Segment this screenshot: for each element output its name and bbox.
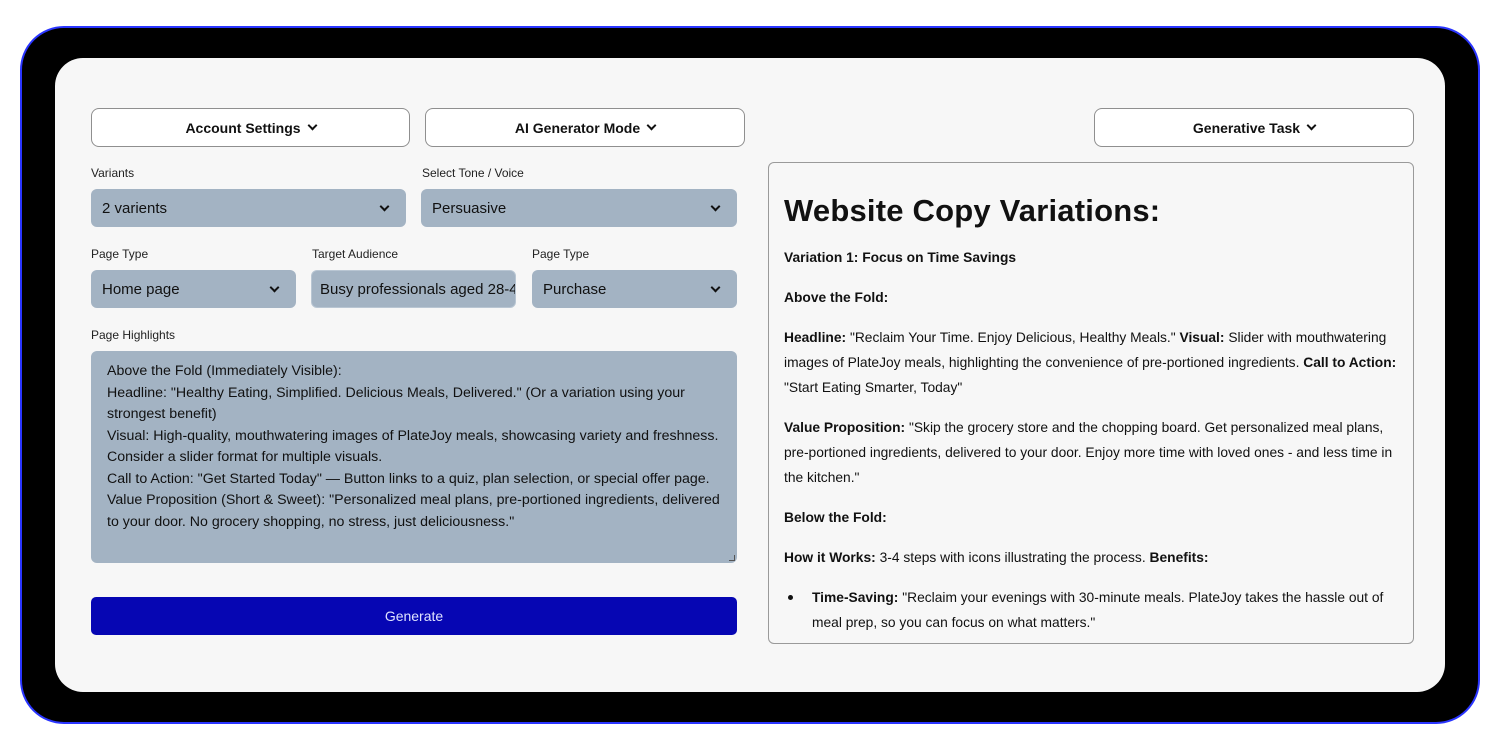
generate-button[interactable]: Generate: [91, 597, 737, 635]
above-fold-heading: Above the Fold:: [784, 290, 889, 305]
highlights-line: Visual: High-quality, mouthwatering imag…: [107, 427, 723, 466]
benefits-list: Time-Saving: "Reclaim your evenings with…: [784, 585, 1398, 635]
account-settings-label: Account Settings: [185, 119, 301, 136]
output-title: Website Copy Variations:: [784, 193, 1161, 228]
highlights-line: Headline: "Healthy Eating, Simplified. D…: [107, 384, 689, 423]
app-screen: Account Settings AI Generator Mode Gener…: [55, 58, 1445, 692]
chevron-down-icon: [1306, 120, 1317, 131]
output-panel: Website Copy Variations: Variation 1: Fo…: [768, 162, 1414, 644]
tone-label: Select Tone / Voice: [422, 166, 524, 180]
target-audience-label: Target Audience: [312, 247, 399, 261]
page-highlights-label: Page Highlights: [91, 328, 176, 342]
variation-heading: Variation 1: Focus on Time Savings: [784, 250, 1017, 265]
chevron-down-icon: [307, 120, 318, 131]
generative-task-dropdown[interactable]: Generative Task: [1094, 108, 1414, 147]
highlights-line: Above the Fold (Immediately Visible):: [107, 363, 342, 379]
resize-handle-icon[interactable]: [729, 555, 735, 561]
generative-task-label: Generative Task: [1192, 119, 1301, 136]
highlights-line: Call to Action: "Get Started Today" — Bu…: [107, 470, 710, 487]
value-proposition-paragraph: Value Proposition: "Skip the grocery sto…: [784, 420, 1393, 485]
page-type-select[interactable]: Home page: [91, 270, 296, 308]
target-audience-input[interactable]: Busy professionals aged 28-45: [311, 270, 516, 308]
chevron-down-icon: [269, 282, 280, 293]
page-type-value: Home page: [102, 280, 180, 298]
tone-select[interactable]: Persuasive: [421, 189, 737, 227]
headline-paragraph: Headline: "Reclaim Your Time. Enjoy Deli…: [784, 330, 1397, 395]
chevron-down-icon: [710, 201, 721, 212]
page-type-2-select[interactable]: Purchase: [532, 270, 737, 308]
ai-generator-mode-label: AI Generator Mode: [514, 119, 641, 136]
variants-select[interactable]: 2 varients: [91, 189, 406, 227]
how-it-works-paragraph: How it Works: 3-4 steps with icons illus…: [784, 550, 1209, 565]
below-fold-heading: Below the Fold:: [784, 510, 887, 525]
page-type-label: Page Type: [91, 247, 149, 261]
ai-generator-mode-dropdown[interactable]: AI Generator Mode: [425, 108, 745, 147]
variants-value: 2 varients: [102, 199, 168, 217]
page-highlights-textarea[interactable]: Above the Fold (Immediately Visible): He…: [91, 351, 737, 563]
list-item: Time-Saving: "Reclaim your evenings with…: [784, 585, 1398, 635]
variants-label: Variants: [91, 166, 135, 180]
highlights-line: Value Proposition (Short & Sweet): "Pers…: [107, 492, 724, 530]
chevron-down-icon: [646, 120, 657, 131]
target-audience-value: Busy professionals aged 28-45: [320, 280, 516, 298]
page-type-2-label: Page Type: [532, 247, 590, 261]
chevron-down-icon: [379, 201, 390, 212]
tone-value: Persuasive: [432, 199, 507, 217]
page-type-2-value: Purchase: [543, 280, 607, 298]
account-settings-dropdown[interactable]: Account Settings: [91, 108, 410, 147]
chevron-down-icon: [710, 282, 721, 293]
